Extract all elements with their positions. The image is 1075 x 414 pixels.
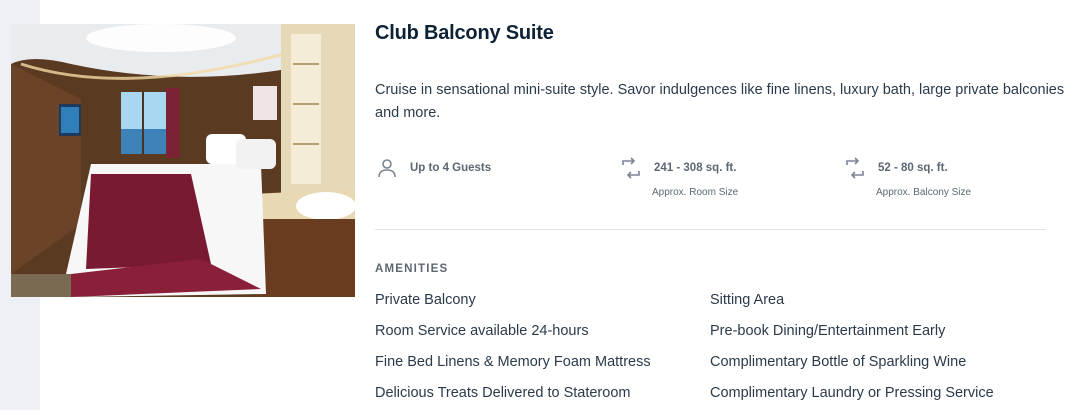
- amenity-item: Private Balcony: [375, 292, 476, 308]
- balcony-size-value: 52 - 80 sq. ft.: [878, 162, 948, 174]
- suite-description: Cruise in sensational mini-suite style. …: [375, 82, 1065, 121]
- room-size-caption: Approx. Room Size: [652, 187, 739, 198]
- section-divider: [375, 229, 1046, 230]
- amenities-list-left: Private Balcony Room Service available 2…: [375, 290, 651, 414]
- amenity-item: Delicious Treats Delivered to Stateroom: [375, 385, 631, 401]
- amenity-item: Sitting Area: [710, 292, 785, 308]
- room-size-value: 241 - 308 sq. ft.: [654, 162, 737, 174]
- amenity-item: Pre-book Dining/Entertainment Early: [710, 323, 946, 339]
- amenity-item: Complimentary Bottle of Sparkling Wine: [710, 354, 967, 370]
- guests-label: Up to 4 Guests: [410, 162, 492, 174]
- suite-photo: [11, 24, 355, 297]
- balcony-size-caption: Approx. Balcony Size: [876, 187, 972, 198]
- suite-title: Club Balcony Suite: [375, 22, 554, 44]
- amenity-item: Fine Bed Linens & Memory Foam Mattress: [375, 354, 651, 370]
- amenities-list-right: Sitting Area Pre-book Dining/Entertainme…: [710, 290, 994, 414]
- resize-arrows-icon: [844, 157, 866, 179]
- amenities-heading: AMENITIES: [375, 263, 449, 275]
- person-icon: [376, 157, 398, 179]
- amenity-item: Complimentary Laundry or Pressing Servic…: [710, 385, 994, 401]
- resize-arrows-icon: [620, 157, 642, 179]
- amenity-item: Room Service available 24-hours: [375, 323, 589, 339]
